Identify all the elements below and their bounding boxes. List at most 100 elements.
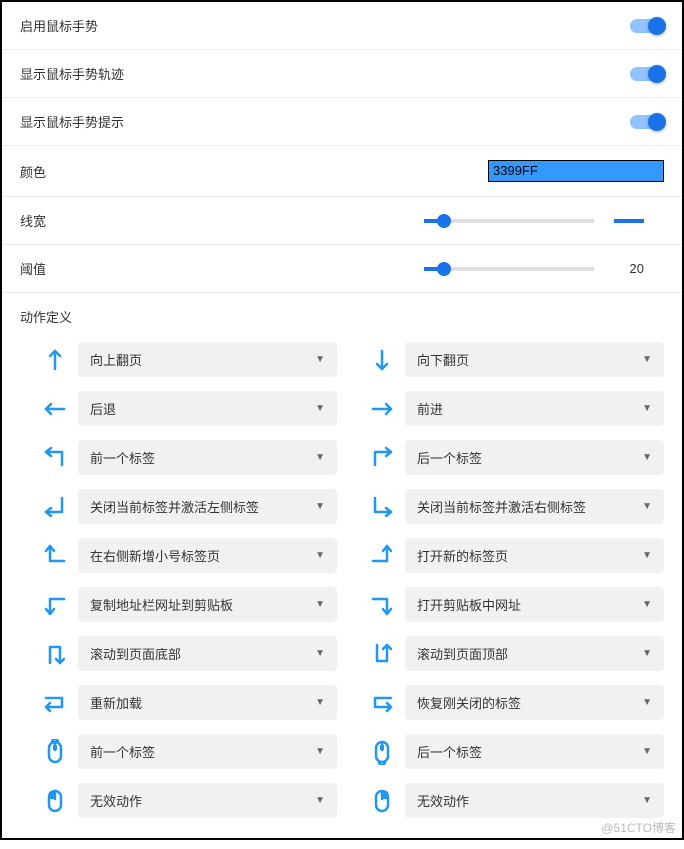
chevron-down-icon: ▼ — [315, 697, 325, 708]
action-select[interactable]: 重新加载 ▼ — [78, 685, 337, 720]
action-select[interactable]: 后退 ▼ — [78, 391, 337, 426]
color-input[interactable]: 3399FF — [488, 160, 664, 182]
chevron-down-icon: ▼ — [315, 403, 325, 414]
action-label: 滚动到页面底部 — [90, 644, 181, 663]
action-item: 后退 ▼ — [42, 391, 337, 426]
linewidth-slider[interactable] — [424, 219, 594, 223]
action-item: 前一个标签 ▼ — [42, 440, 337, 475]
action-label: 关闭当前标签并激活右侧标签 — [417, 497, 586, 516]
settings-panel: 启用鼠标手势 显示鼠标手势轨迹 显示鼠标手势提示 颜色 3399FF 线宽 阈值 — [0, 0, 684, 840]
linewidth-row: 线宽 — [2, 197, 682, 245]
down-up-icon — [369, 641, 395, 667]
chevron-down-icon: ▼ — [642, 697, 652, 708]
left-up-icon — [42, 543, 68, 569]
action-select[interactable]: 打开剪贴板中网址 ▼ — [405, 587, 664, 622]
chevron-down-icon: ▼ — [642, 550, 652, 561]
chevron-down-icon: ▼ — [315, 550, 325, 561]
action-item: 关闭当前标签并激活左侧标签 ▼ — [42, 489, 337, 524]
action-item: 向上翻页 ▼ — [42, 342, 337, 377]
chevron-down-icon: ▼ — [315, 795, 325, 806]
down-left-icon — [42, 494, 68, 520]
action-item: 打开剪贴板中网址 ▼ — [369, 587, 664, 622]
left-right-icon — [369, 690, 395, 716]
chevron-down-icon: ▼ — [315, 648, 325, 659]
up-right-icon — [369, 445, 395, 471]
action-item: 无效动作 ▼ — [369, 783, 664, 818]
action-item: 打开新的标签页 ▼ — [369, 538, 664, 573]
action-select[interactable]: 后一个标签 ▼ — [405, 440, 664, 475]
threshold-row: 阈值 20 — [2, 245, 682, 293]
action-item: 复制地址栏网址到剪贴板 ▼ — [42, 587, 337, 622]
right-up-icon — [369, 543, 395, 569]
action-label: 打开新的标签页 — [417, 546, 508, 565]
action-select[interactable]: 前一个标签 ▼ — [78, 440, 337, 475]
left-down-icon — [42, 592, 68, 618]
mouse-right-icon — [369, 788, 395, 814]
action-select[interactable]: 在右侧新增小号标签页 ▼ — [78, 538, 337, 573]
action-select[interactable]: 向上翻页 ▼ — [78, 342, 337, 377]
action-label: 无效动作 — [417, 791, 469, 810]
arrow-left-icon — [42, 396, 68, 422]
action-label: 打开剪贴板中网址 — [417, 595, 521, 614]
action-select[interactable]: 打开新的标签页 ▼ — [405, 538, 664, 573]
action-select[interactable]: 无效动作 ▼ — [405, 783, 664, 818]
chevron-down-icon: ▼ — [642, 403, 652, 414]
chevron-down-icon: ▼ — [642, 354, 652, 365]
action-select[interactable]: 后一个标签 ▼ — [405, 734, 664, 769]
arrow-right-icon — [369, 396, 395, 422]
chevron-down-icon: ▼ — [315, 746, 325, 757]
toggle-row-show-trail: 显示鼠标手势轨迹 — [2, 50, 682, 98]
toggle-show-hint[interactable] — [630, 115, 664, 129]
action-select[interactable]: 前一个标签 ▼ — [78, 734, 337, 769]
action-label: 关闭当前标签并激活左侧标签 — [90, 497, 259, 516]
mouse-down-icon — [369, 739, 395, 765]
toggle-label: 启用鼠标手势 — [20, 16, 98, 35]
action-label: 前进 — [417, 399, 443, 418]
action-select[interactable]: 滚动到页面底部 ▼ — [78, 636, 337, 671]
toggle-enable-gesture[interactable] — [630, 19, 664, 33]
chevron-down-icon: ▼ — [315, 452, 325, 463]
action-select[interactable]: 复制地址栏网址到剪贴板 ▼ — [78, 587, 337, 622]
action-label: 重新加载 — [90, 693, 142, 712]
chevron-down-icon: ▼ — [642, 501, 652, 512]
action-select[interactable]: 关闭当前标签并激活左侧标签 ▼ — [78, 489, 337, 524]
right-down-icon — [369, 592, 395, 618]
chevron-down-icon: ▼ — [642, 599, 652, 610]
watermark: @51CTO博客 — [601, 819, 676, 836]
arrow-up-icon — [42, 347, 68, 373]
action-item: 向下翻页 ▼ — [369, 342, 664, 377]
action-item: 前一个标签 ▼ — [42, 734, 337, 769]
toggle-row-show-hint: 显示鼠标手势提示 — [2, 98, 682, 146]
threshold-label: 阈值 — [20, 259, 46, 278]
arrow-down-icon — [369, 347, 395, 373]
action-label: 向下翻页 — [417, 350, 469, 369]
actions-title: 动作定义 — [2, 293, 682, 334]
action-item: 滚动到页面底部 ▼ — [42, 636, 337, 671]
toggle-show-trail[interactable] — [630, 67, 664, 81]
action-item: 无效动作 ▼ — [42, 783, 337, 818]
action-label: 无效动作 — [90, 791, 142, 810]
linewidth-label: 线宽 — [20, 211, 46, 230]
action-item: 前进 ▼ — [369, 391, 664, 426]
toggle-row-enable-gesture: 启用鼠标手势 — [2, 2, 682, 50]
action-select[interactable]: 关闭当前标签并激活右侧标签 ▼ — [405, 489, 664, 524]
color-label: 颜色 — [20, 162, 46, 181]
action-select[interactable]: 恢复刚关闭的标签 ▼ — [405, 685, 664, 720]
action-label: 恢复刚关闭的标签 — [417, 693, 521, 712]
toggle-label: 显示鼠标手势提示 — [20, 112, 124, 131]
threshold-slider[interactable] — [424, 267, 594, 271]
action-select[interactable]: 无效动作 ▼ — [78, 783, 337, 818]
action-item: 关闭当前标签并激活右侧标签 ▼ — [369, 489, 664, 524]
color-row: 颜色 3399FF — [2, 146, 682, 197]
chevron-down-icon: ▼ — [642, 795, 652, 806]
chevron-down-icon: ▼ — [315, 501, 325, 512]
chevron-down-icon: ▼ — [642, 648, 652, 659]
action-label: 前一个标签 — [90, 742, 155, 761]
action-select[interactable]: 滚动到页面顶部 ▼ — [405, 636, 664, 671]
mouse-up-icon — [42, 739, 68, 765]
action-select[interactable]: 前进 ▼ — [405, 391, 664, 426]
right-left-icon — [42, 690, 68, 716]
action-label: 前一个标签 — [90, 448, 155, 467]
action-label: 复制地址栏网址到剪贴板 — [90, 595, 233, 614]
action-select[interactable]: 向下翻页 ▼ — [405, 342, 664, 377]
